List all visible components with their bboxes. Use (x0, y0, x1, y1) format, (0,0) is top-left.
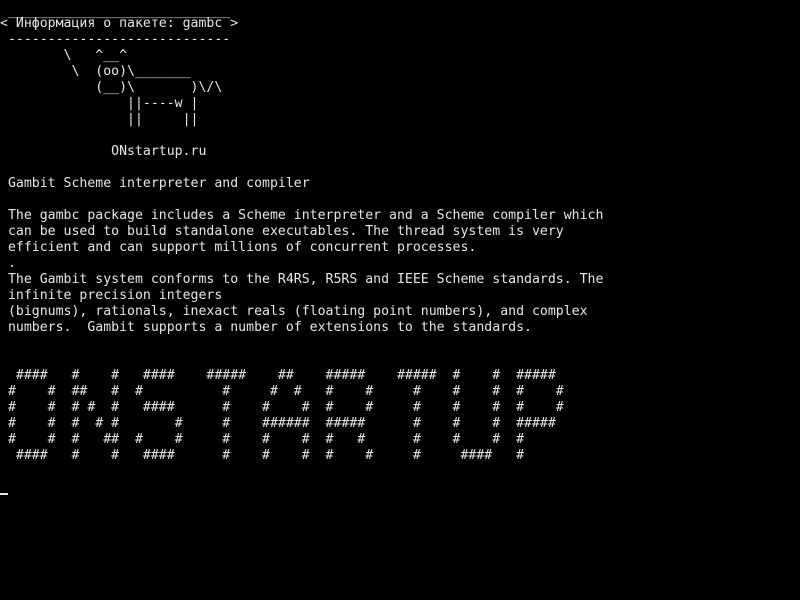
description-line: numbers. Gambit supports a number of ext… (0, 320, 532, 335)
banner-art-line: #### # # #### ##### ## ##### ##### # # #… (0, 368, 556, 383)
description-line: infinite precision integers (0, 288, 223, 303)
speech-bubble-bottom-border: ---------------------------- (0, 32, 231, 47)
text-cursor (0, 493, 8, 495)
cow-art-line: \ (oo)\_______ (0, 64, 191, 79)
description-line: . (0, 256, 16, 271)
banner-art-line: #### # # #### # # # # # # #### # (0, 448, 525, 463)
cow-art-line: ||----w | (0, 96, 199, 111)
site-name: ONstartup.ru (0, 144, 207, 159)
terminal-screen[interactable]: ____________________________ < Информаци… (0, 0, 800, 600)
banner-art-line: # # # ## # # # # # # # # # # # (0, 432, 525, 447)
package-summary: Gambit Scheme interpreter and compiler (0, 176, 310, 191)
cow-art-line: (__)\ )\/\ (0, 80, 223, 95)
description-line: The Gambit system conforms to the R4RS, … (0, 272, 604, 287)
description-line: can be used to build standalone executab… (0, 224, 564, 239)
cow-art-line: \ ^__^ (0, 48, 128, 63)
speech-bubble-title: < Информация о пакете: gambc > (0, 16, 239, 31)
banner-art-line: # # # # # #### # # # # # # # # # # (0, 400, 564, 415)
banner-art-line: # # ## # # # # # # # # # # # # (0, 384, 564, 399)
description-line: efficient and can support millions of co… (0, 240, 477, 255)
banner-art-line: # # # # # # # ###### ##### # # # ##### (0, 416, 556, 431)
cow-art-line: || || (0, 112, 199, 127)
description-line: The gambc package includes a Scheme inte… (0, 208, 604, 223)
description-line: (bignums), rationals, inexact reals (flo… (0, 304, 588, 319)
